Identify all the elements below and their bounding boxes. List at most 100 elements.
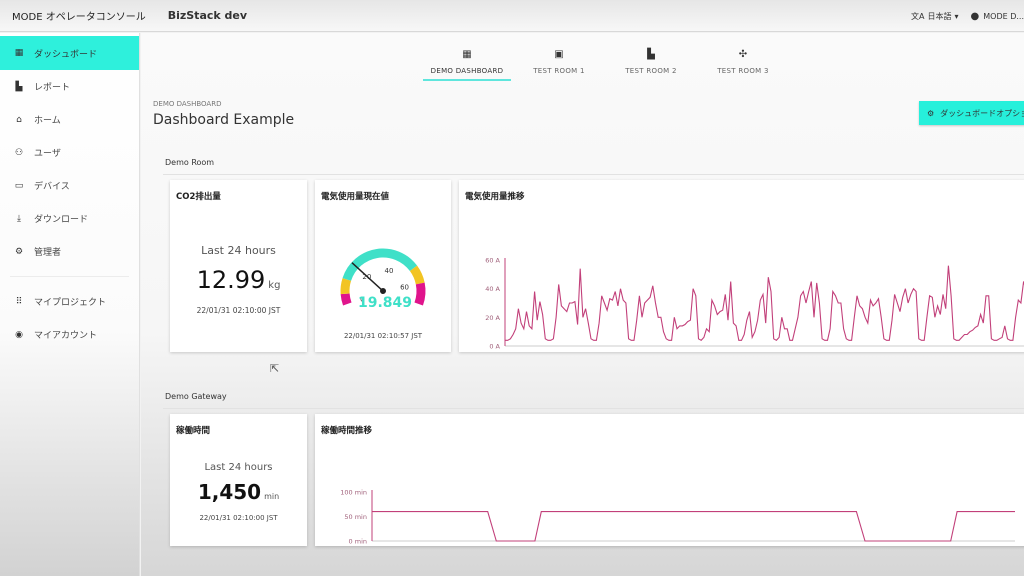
- dashboard-options-label: ダッシュボードオプション: [940, 108, 1024, 118]
- sidebar-item-download[interactable]: ⤓ ダウンロード: [0, 202, 139, 235]
- stat-number: 12.99: [196, 266, 266, 294]
- active-tab-indicator: [423, 79, 511, 81]
- sidebar: ▦ ダッシュボード ▙ レポート ⌂ ホーム ⚇ ユーザ ▭ デバイス ⤓ ダウ…: [0, 33, 140, 576]
- tab-test-room-3[interactable]: ✣ TEST ROOM 3: [697, 49, 789, 81]
- series-line: [505, 265, 1024, 341]
- uptime-trend-card: 稼働時間推移 0 min50 min100 min2022/01/182022/…: [315, 414, 1024, 546]
- sidebar-item-label: ホーム: [34, 116, 61, 126]
- section-title-demo-gateway: Demo Gateway: [165, 392, 227, 401]
- gear-icon: ⚙: [14, 246, 24, 257]
- sidebar-item-devices[interactable]: ▭ デバイス: [0, 169, 139, 202]
- sidebar-item-label: ダッシュボード: [34, 49, 98, 60]
- home-icon: ⌂: [16, 114, 22, 125]
- dashboard-icon: ▦: [462, 49, 472, 60]
- tab-label: TEST ROOM 1: [533, 67, 585, 75]
- card-title: 稼働時間: [176, 426, 211, 436]
- sidebar-item-my-projects[interactable]: ⠿ マイプロジェクト: [0, 285, 139, 318]
- y-tick-label: 0 A: [489, 343, 500, 351]
- gauge-value: 19.849: [358, 295, 412, 311]
- account-circle-icon: ●: [970, 10, 980, 22]
- users-icon: ⚇: [14, 147, 24, 158]
- fan-icon: ✣: [738, 49, 748, 60]
- y-tick-label: 20 A: [485, 314, 500, 322]
- stat-unit: min: [264, 492, 280, 501]
- sidebar-item-label: 管理者: [34, 248, 62, 258]
- gauge-chart: 020406019.849: [340, 248, 426, 311]
- user-menu[interactable]: ● MODE D...: [971, 11, 1024, 22]
- apps-icon: ⠿: [15, 296, 23, 307]
- app-name[interactable]: MODE オペレータコンソール: [12, 8, 146, 23]
- download-icon: ⤓: [17, 213, 21, 224]
- sidebar-item-dashboard[interactable]: ▦ ダッシュボード: [0, 36, 139, 70]
- gauge-band: [414, 282, 426, 306]
- dashboard-icon: ▦: [14, 48, 24, 58]
- gauge-timestamp: 22/01/31 02:10:57 JST: [343, 332, 423, 340]
- gauge-needle: [351, 262, 384, 292]
- y-tick-label: 60 A: [485, 257, 500, 265]
- card-title: CO2排出量: [176, 192, 221, 202]
- co2-card: CO2排出量 Last 24 hours 12.99 kg 22/01/31 02…: [170, 180, 307, 352]
- uptime-trend-chart: 0 min50 min100 min2022/01/182022/01/2020…: [340, 489, 1015, 546]
- gauge-needle-hub: [380, 288, 386, 294]
- mouse-cursor: ⇱: [270, 362, 280, 375]
- main-content: ▦ DEMO DASHBOARD ▣ TEST ROOM 1 ▙ TEST RO…: [141, 33, 1024, 576]
- user-label: MODE D...: [983, 11, 1024, 21]
- chevron-down-icon: ▾: [954, 11, 959, 21]
- y-tick-label: 50 min: [344, 513, 367, 521]
- stat-period: Last 24 hours: [201, 244, 276, 257]
- tab-test-room-2[interactable]: ▙ TEST ROOM 2: [605, 49, 697, 81]
- stat-unit: kg: [268, 280, 281, 291]
- sidebar-item-admin[interactable]: ⚙ 管理者: [0, 235, 139, 268]
- tab-label: DEMO DASHBOARD: [430, 67, 504, 75]
- y-tick-label: 40 A: [485, 285, 500, 293]
- sidebar-item-home[interactable]: ⌂ ホーム: [0, 103, 139, 136]
- power-now-card: 電気使用量現在値 020406019.849 22/01/31 02:10:57…: [315, 180, 451, 352]
- stat-timestamp: 22/01/31 02:10:00 JST: [199, 514, 278, 522]
- account-icon: ◉: [15, 329, 23, 340]
- tab-demo-dashboard[interactable]: ▦ DEMO DASHBOARD: [421, 49, 513, 81]
- stat-period: Last 24 hours: [204, 462, 273, 473]
- sidebar-item-label: マイプロジェクト: [34, 298, 107, 308]
- translate-icon: 文A: [911, 11, 925, 21]
- stat-value: 1,450 min: [170, 480, 307, 504]
- gauge-band: [340, 278, 352, 295]
- stat-number: 1,450: [197, 480, 262, 504]
- sidebar-item-label: マイアカウント: [34, 331, 98, 341]
- tab-label: TEST ROOM 2: [625, 67, 677, 75]
- gear-icon: ⚙: [927, 108, 935, 118]
- stat-value: 12.99 kg: [170, 266, 307, 294]
- page-title: Dashboard Example: [153, 112, 295, 128]
- sidebar-item-label: ダウンロード: [34, 215, 89, 225]
- sidebar-item-label: デバイス: [34, 182, 70, 192]
- gauge-tick-label: 60: [400, 284, 409, 292]
- sidebar-divider: [10, 276, 129, 277]
- y-tick-label: 0 min: [349, 538, 367, 546]
- gauge-tick-label: 40: [384, 267, 393, 275]
- gauge-band: [409, 265, 425, 285]
- project-name[interactable]: BizStack dev: [168, 9, 247, 22]
- sidebar-item-label: ユーザ: [34, 149, 61, 159]
- section-divider: [163, 408, 1024, 409]
- gauge-band: [340, 293, 352, 306]
- report-icon: ▙: [15, 81, 23, 92]
- tab-label: TEST ROOM 3: [717, 67, 769, 75]
- y-tick-label: 100 min: [340, 489, 367, 497]
- section-title-demo-room: Demo Room: [165, 158, 215, 167]
- series-line: [372, 511, 1015, 542]
- sidebar-item-users[interactable]: ⚇ ユーザ: [0, 136, 139, 169]
- section-divider: [163, 174, 1024, 175]
- breadcrumb[interactable]: DEMO DASHBOARD: [153, 100, 221, 108]
- uptime-card: 稼働時間 Last 24 hours 1,450 min 22/01/31 02:…: [170, 414, 307, 546]
- language-selector[interactable]: 文A 日本語 ▾: [911, 11, 959, 22]
- power-trend-chart: 0 A20 A40 A60 A2022/01/182022/01/202022/…: [485, 257, 1024, 351]
- sidebar-item-report[interactable]: ▙ レポート: [0, 70, 139, 103]
- stat-timestamp: 22/01/31 02:10:00 JST: [196, 306, 281, 315]
- stairs-icon: ▙: [647, 49, 655, 60]
- bar-chart-icon: ▣: [554, 49, 564, 60]
- dashboard-tabs: ▦ DEMO DASHBOARD ▣ TEST ROOM 1 ▙ TEST RO…: [421, 49, 789, 81]
- dashboard-options-button[interactable]: ⚙ ダッシュボードオプション: [919, 101, 1024, 125]
- device-icon: ▭: [14, 180, 24, 191]
- power-trend-card: 電気使用量推移 0 A20 A40 A60 A2022/01/182022/01…: [459, 180, 1024, 352]
- sidebar-item-my-account[interactable]: ◉ マイアカウント: [0, 318, 139, 351]
- tab-test-room-1[interactable]: ▣ TEST ROOM 1: [513, 49, 605, 81]
